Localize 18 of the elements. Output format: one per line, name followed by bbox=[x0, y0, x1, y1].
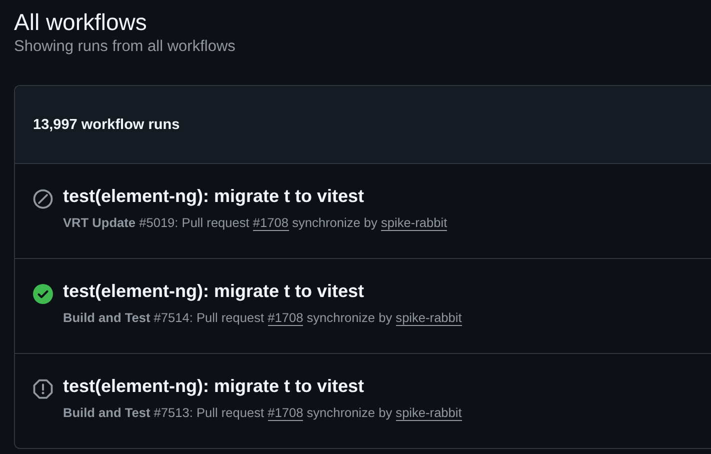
author-link[interactable]: spike-rabbit bbox=[380, 215, 448, 231]
run-description: VRT Update #5019: Pull request #1708 synchronize by spike-rabbit bbox=[63, 215, 448, 230]
author-link[interactable]: spike-rabbit bbox=[396, 405, 462, 421]
page-subtitle: Showing runs from all workflows bbox=[14, 38, 236, 56]
run-description: Build and Test #7513: Pull request #1708 synchronize by spike-rabbit bbox=[63, 405, 462, 420]
run-title[interactable]: test(element-ng): migrate t to vitest bbox=[63, 376, 364, 397]
pull-request-link[interactable]: #1708 bbox=[252, 215, 289, 231]
run-count: 13,997 workflow runs bbox=[33, 116, 180, 132]
cancelled-icon bbox=[33, 189, 53, 209]
run-description: Build and Test #7514: Pull request #1708 synchronize by spike-rabbit bbox=[63, 310, 462, 325]
author-link[interactable]: spike-rabbit bbox=[396, 310, 462, 326]
pull-request-link[interactable]: #1708 bbox=[268, 310, 304, 326]
page-title: All workflows bbox=[14, 9, 147, 36]
warning-octagon-icon bbox=[33, 379, 53, 399]
success-check-icon bbox=[33, 284, 53, 304]
run-title[interactable]: test(element-ng): migrate t to vitest bbox=[63, 186, 364, 207]
pull-request-link[interactable]: #1708 bbox=[268, 405, 304, 421]
run-title[interactable]: test(element-ng): migrate t to vitest bbox=[63, 281, 364, 302]
